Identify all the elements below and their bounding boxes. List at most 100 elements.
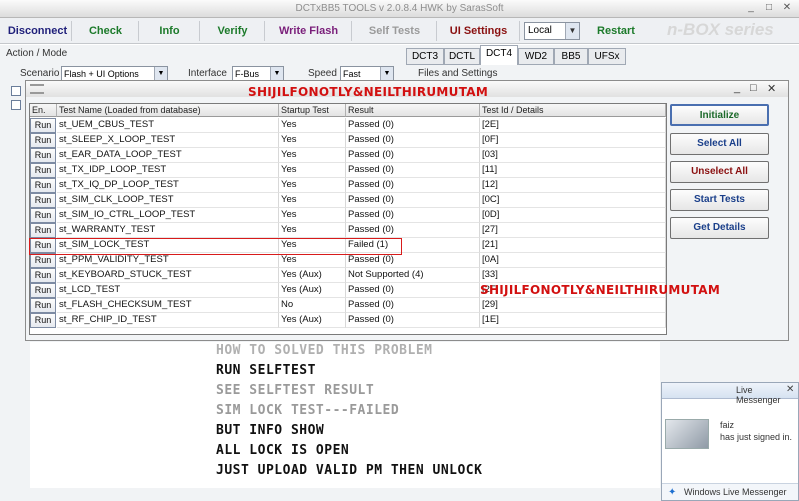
result-cell: Passed (0) bbox=[346, 163, 480, 178]
result-cell: Passed (0) bbox=[346, 223, 480, 238]
column-header-result[interactable]: Result bbox=[346, 104, 480, 117]
test-id-cell: [11] bbox=[480, 163, 666, 178]
result-cell: Passed (0) bbox=[346, 208, 480, 223]
speed-label: Speed bbox=[308, 68, 337, 79]
startup-cell: Yes bbox=[279, 178, 346, 193]
test-id-cell: [29] bbox=[480, 298, 666, 313]
failed-row-highlight bbox=[29, 238, 402, 255]
option-checkbox[interactable] bbox=[11, 86, 21, 96]
verify-button[interactable]: Verify bbox=[201, 21, 265, 41]
minimize-icon[interactable]: _ bbox=[734, 82, 740, 94]
run-test-button[interactable]: Run bbox=[30, 268, 56, 283]
option-checkbox[interactable] bbox=[11, 100, 21, 110]
write-flash-button[interactable]: Write Flash bbox=[266, 21, 352, 41]
ui-settings-button[interactable]: UI Settings bbox=[438, 21, 520, 41]
startup-cell: Yes bbox=[279, 118, 346, 133]
column-header-enabled[interactable]: En. bbox=[30, 104, 57, 117]
restart-button[interactable]: Restart bbox=[584, 21, 648, 41]
table-row[interactable]: Run st_TX_IDP_LOOP_TEST Yes Passed (0) [11] bbox=[30, 163, 666, 178]
table-row[interactable]: Run st_UEM_CBUS_TEST Yes Passed (0) [2E] bbox=[30, 118, 666, 133]
startup-cell: Yes (Aux) bbox=[279, 283, 346, 298]
run-test-button[interactable]: Run bbox=[30, 163, 56, 178]
test-id-cell: [2E] bbox=[480, 118, 666, 133]
messenger-header: Live Messenger ✕ bbox=[662, 383, 798, 405]
instruction-line: ALL LOCK IS OPEN bbox=[216, 443, 350, 458]
startup-cell: Yes bbox=[279, 133, 346, 148]
test-name-cell: st_RF_CHIP_ID_TEST bbox=[57, 313, 279, 328]
instruction-line: HOW TO SOLVED THIS PROBLEM bbox=[216, 343, 433, 358]
self-tests-grid: En. Test Name (Loaded from database) Sta… bbox=[29, 103, 667, 335]
tab-dct3[interactable]: DCT3 bbox=[406, 48, 444, 65]
test-id-cell: [0C] bbox=[480, 193, 666, 208]
dialog-menu-icon[interactable] bbox=[30, 84, 44, 94]
disconnect-button[interactable]: Disconnect bbox=[4, 21, 72, 41]
table-row[interactable]: Run st_FLASH_CHECKSUM_TEST No Passed (0) [29… bbox=[30, 298, 666, 313]
run-test-button[interactable]: Run bbox=[30, 148, 56, 163]
startup-cell: No bbox=[279, 298, 346, 313]
check-button[interactable]: Check bbox=[73, 21, 139, 41]
table-row[interactable]: Run st_EAR_DATA_LOOP_TEST Yes Passed (0) [03… bbox=[30, 148, 666, 163]
column-header-startup[interactable]: Startup Test bbox=[279, 104, 346, 117]
instruction-line: RUN SELFTEST bbox=[216, 363, 316, 378]
run-test-button[interactable]: Run bbox=[30, 178, 56, 193]
messenger-notification[interactable]: Live Messenger ✕ faiz has just signed in… bbox=[661, 382, 799, 501]
table-row[interactable]: Run st_RF_CHIP_ID_TEST Yes (Aux) Passed (0)… bbox=[30, 313, 666, 328]
result-cell: Passed (0) bbox=[346, 253, 480, 268]
test-name-cell: st_SIM_CLK_LOOP_TEST bbox=[57, 193, 279, 208]
test-name-cell: st_EAR_DATA_LOOP_TEST bbox=[57, 148, 279, 163]
start-tests-button[interactable]: Start Tests bbox=[670, 189, 769, 211]
instruction-line: SEE SELFTEST RESULT bbox=[216, 383, 375, 398]
run-test-button[interactable]: Run bbox=[30, 298, 56, 313]
select-all-button[interactable]: Select All bbox=[670, 133, 769, 155]
table-row[interactable]: Run st_KEYBOARD_STUCK_TEST Yes (Aux) Not Su… bbox=[30, 268, 666, 283]
result-cell: Passed (0) bbox=[346, 298, 480, 313]
get-details-button[interactable]: Get Details bbox=[670, 217, 769, 239]
run-test-button[interactable]: Run bbox=[30, 253, 56, 268]
table-row[interactable]: Run st_PPM_VALIDITY_TEST Yes Passed (0) [0A] bbox=[30, 253, 666, 268]
test-name-cell: st_TX_IQ_DP_LOOP_TEST bbox=[57, 178, 279, 193]
contact-name: faiz bbox=[720, 420, 735, 430]
watermark-text: SHIJILFONOTLY&NEILTHIRUMUTAM bbox=[480, 283, 721, 297]
toolbar: Disconnect Check Info Verify Write Flash… bbox=[0, 18, 799, 44]
table-row[interactable]: Run st_TX_IQ_DP_LOOP_TEST Yes Passed (0) [12… bbox=[30, 178, 666, 193]
run-test-button[interactable]: Run bbox=[30, 208, 56, 223]
info-button[interactable]: Info bbox=[140, 21, 200, 41]
self-tests-button[interactable]: Self Tests bbox=[353, 21, 437, 41]
close-icon[interactable]: ✕ bbox=[786, 384, 794, 395]
scenario-label: Scenario bbox=[20, 68, 60, 79]
minimize-icon[interactable]: _ bbox=[744, 2, 758, 15]
self-tests-dialog: _ □ ✕ En. Test Name (Loaded from databas… bbox=[25, 80, 789, 341]
tab-ufsx[interactable]: UFSx bbox=[588, 48, 626, 65]
tab-dct4[interactable]: DCT4 bbox=[480, 45, 518, 65]
unselect-all-button[interactable]: Unselect All bbox=[670, 161, 769, 183]
tab-wd2[interactable]: WD2 bbox=[518, 48, 554, 65]
test-name-cell: st_PPM_VALIDITY_TEST bbox=[57, 253, 279, 268]
column-header-test-name[interactable]: Test Name (Loaded from database) bbox=[57, 104, 279, 117]
run-test-button[interactable]: Run bbox=[30, 133, 56, 148]
run-test-button[interactable]: Run bbox=[30, 118, 56, 133]
maximize-icon[interactable]: □ bbox=[762, 2, 776, 15]
test-name-cell: st_TX_IDP_LOOP_TEST bbox=[57, 163, 279, 178]
close-icon[interactable]: ✕ bbox=[767, 82, 776, 95]
close-icon[interactable]: ✕ bbox=[780, 2, 794, 15]
connection-select[interactable]: Local ▼ bbox=[524, 22, 580, 40]
run-test-button[interactable]: Run bbox=[30, 193, 56, 208]
result-cell: Passed (0) bbox=[346, 133, 480, 148]
run-test-button[interactable]: Run bbox=[30, 313, 56, 328]
run-test-button[interactable]: Run bbox=[30, 283, 56, 298]
test-id-cell: [0D] bbox=[480, 208, 666, 223]
column-header-test-id[interactable]: Test Id / Details bbox=[480, 104, 666, 117]
result-cell: Passed (0) bbox=[346, 178, 480, 193]
table-row[interactable]: Run st_SIM_CLK_LOOP_TEST Yes Passed (0) [0C] bbox=[30, 193, 666, 208]
tab-dctl[interactable]: DCTL bbox=[444, 48, 480, 65]
result-cell: Passed (0) bbox=[346, 313, 480, 328]
maximize-icon[interactable]: □ bbox=[750, 82, 757, 94]
test-id-cell: [27] bbox=[480, 223, 666, 238]
table-row[interactable]: Run st_SLEEP_X_LOOP_TEST Yes Passed (0) [0F] bbox=[30, 133, 666, 148]
run-test-button[interactable]: Run bbox=[30, 223, 56, 238]
table-row[interactable]: Run st_SIM_IO_CTRL_LOOP_TEST Yes Passed (0)… bbox=[30, 208, 666, 223]
test-id-cell: [21] bbox=[480, 238, 666, 253]
initialize-button[interactable]: Initialize bbox=[670, 104, 769, 126]
tab-bb5[interactable]: BB5 bbox=[554, 48, 588, 65]
table-row[interactable]: Run st_WARRANTY_TEST Yes Passed (0) [27] bbox=[30, 223, 666, 238]
